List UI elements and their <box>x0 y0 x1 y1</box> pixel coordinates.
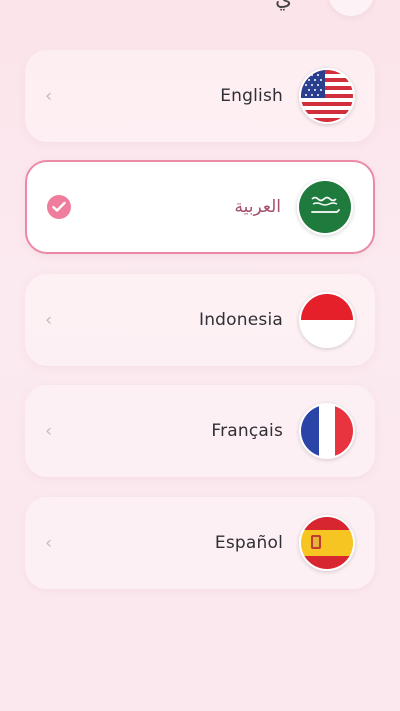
spain-flag-icon <box>299 515 355 571</box>
language-option-french[interactable]: ‹ Français <box>25 385 375 477</box>
language-option-indonesia[interactable]: ‹ Indonesia <box>25 274 375 366</box>
language-label: Français <box>211 421 283 441</box>
language-label: English <box>220 86 283 106</box>
language-label: Español <box>214 533 283 553</box>
indonesia-flag-icon <box>299 292 355 348</box>
top-header: ي <box>0 0 400 22</box>
language-option-spanish[interactable]: ‹ Español <box>25 497 375 589</box>
language-option-arabic[interactable]: العربية <box>25 160 375 254</box>
us-flag-icon <box>299 68 355 124</box>
check-circle-icon <box>47 195 71 219</box>
chevron-left-icon: ‹ <box>45 532 53 554</box>
top-action-button[interactable] <box>328 0 374 16</box>
language-option-english[interactable]: ‹ English <box>25 50 375 142</box>
chevron-left-icon: ‹ <box>45 420 53 442</box>
saudi-flag-icon <box>297 179 353 235</box>
page-title-partial: ي <box>275 0 292 11</box>
chevron-left-icon: ‹ <box>45 85 53 107</box>
language-label: Indonesia <box>198 310 283 330</box>
france-flag-icon <box>299 403 355 459</box>
chevron-left-icon: ‹ <box>45 309 53 331</box>
language-label: العربية <box>234 197 281 217</box>
